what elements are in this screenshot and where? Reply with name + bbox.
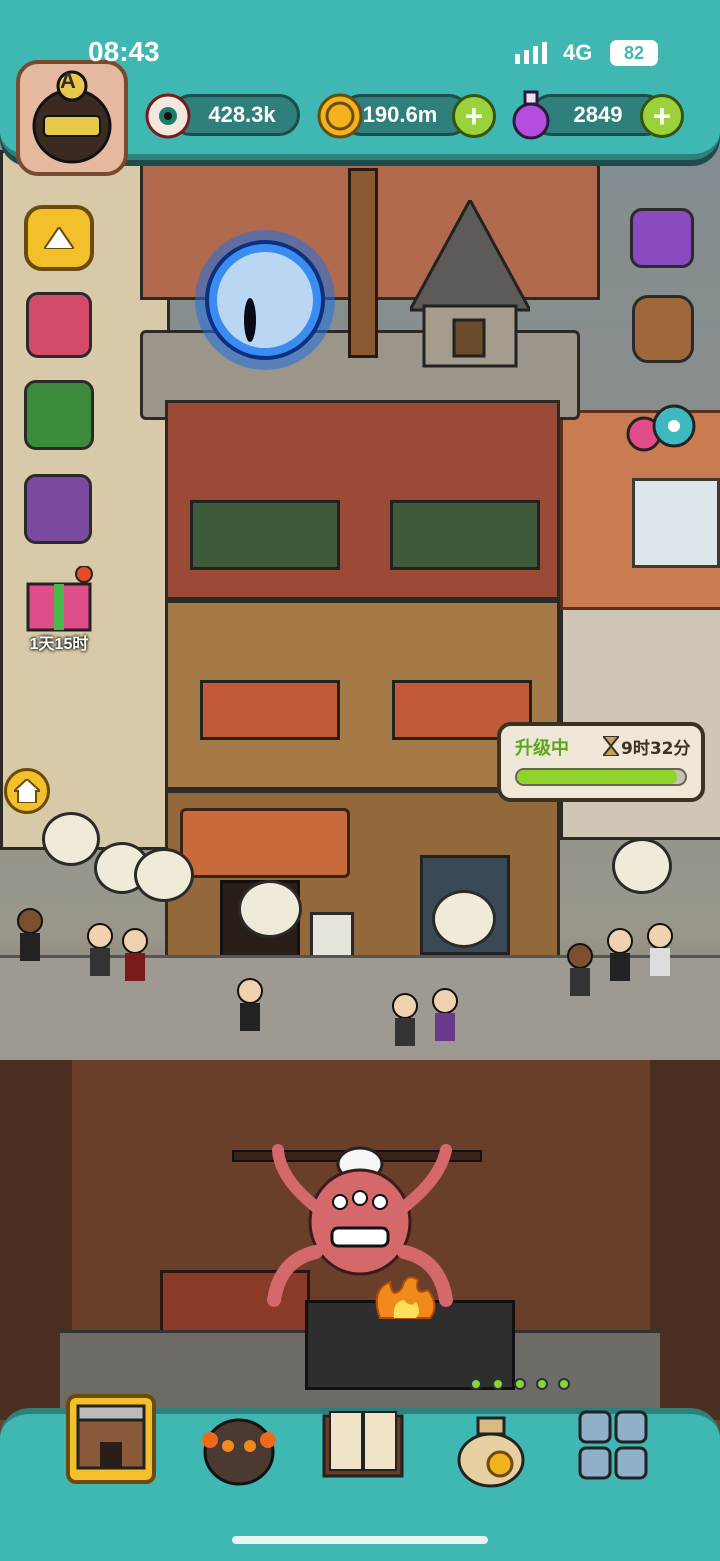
home-button[interactable] <box>4 768 50 814</box>
upgrade-status-bubble[interactable]: 升级中 9时32分 <box>497 722 705 802</box>
nav-money-bag-button[interactable] <box>448 1404 534 1490</box>
customer[interactable] <box>600 925 640 985</box>
eye-portal[interactable] <box>190 225 340 375</box>
totem-pole <box>348 168 378 358</box>
customer-thought-bubble[interactable] <box>432 890 496 948</box>
nav-more-button[interactable] <box>572 1404 658 1490</box>
money-bag-icon <box>457 1416 525 1488</box>
monsters-button[interactable] <box>626 390 698 454</box>
customer[interactable] <box>10 905 50 965</box>
network-type: 4G <box>563 40 593 65</box>
add-coins-button[interactable]: + <box>452 94 496 138</box>
gift-box-button[interactable] <box>26 292 92 358</box>
customer[interactable] <box>115 925 155 985</box>
status-time: 08:43 <box>88 36 160 67</box>
battery-icon: 82 <box>610 40 658 66</box>
home-icon <box>14 779 40 803</box>
home-indicator <box>232 1536 488 1544</box>
customer-thought-bubble[interactable] <box>134 848 194 902</box>
upgrade-progress-fill <box>517 770 677 784</box>
building-icon <box>76 1404 146 1470</box>
battery-level: 82 <box>623 42 645 63</box>
tv-ad-button[interactable] <box>630 208 694 268</box>
status-bar: 08:43 4G 82 <box>0 0 720 100</box>
upgrade-label: 升级中 <box>515 738 569 759</box>
coin-value: 190.6m <box>362 102 438 127</box>
event-timer: 1天15时 <box>29 636 89 653</box>
eyeball-value: 428.3k <box>208 102 276 127</box>
fruit-crate-button[interactable] <box>24 380 94 450</box>
octopus-chef[interactable] <box>260 1140 460 1320</box>
customer[interactable] <box>560 940 600 1000</box>
nav-monster-button[interactable] <box>196 1404 282 1490</box>
customer[interactable] <box>425 985 465 1045</box>
page-dots <box>470 1378 600 1394</box>
monster-icon <box>202 1418 276 1486</box>
window-wood-left <box>200 680 340 740</box>
collapse-arrow-button[interactable] <box>24 205 94 271</box>
customer-thought-bubble[interactable] <box>612 838 672 894</box>
nav-recipe-book-button[interactable] <box>320 1404 406 1490</box>
cards-button[interactable] <box>24 474 92 544</box>
window-right <box>390 500 540 570</box>
grid-icon <box>578 1410 648 1480</box>
chevron-up-icon <box>44 227 74 249</box>
potion-value: 2849 <box>573 102 623 127</box>
backpack-button[interactable] <box>632 295 694 363</box>
customer[interactable] <box>230 975 270 1035</box>
signal-icon <box>515 42 547 64</box>
customer[interactable] <box>640 920 680 980</box>
restaurant-sign <box>180 808 350 878</box>
customer-thought-bubble[interactable] <box>42 812 100 866</box>
background-window-panel <box>632 478 720 568</box>
customer-thought-bubble[interactable] <box>238 880 302 938</box>
upgrade-timer: 9时32分 <box>621 739 691 759</box>
hourglass-icon <box>603 736 619 756</box>
window-left <box>190 500 340 570</box>
event-gift-button[interactable] <box>24 565 94 632</box>
add-potions-button[interactable]: + <box>640 94 684 138</box>
customer[interactable] <box>385 990 425 1050</box>
dirt-wall-right <box>650 1060 720 1420</box>
turret <box>407 196 533 370</box>
nav-building-button[interactable] <box>66 1394 156 1484</box>
customer[interactable] <box>80 920 120 980</box>
upgrade-progress-track <box>515 768 687 786</box>
book-icon <box>322 1411 404 1478</box>
